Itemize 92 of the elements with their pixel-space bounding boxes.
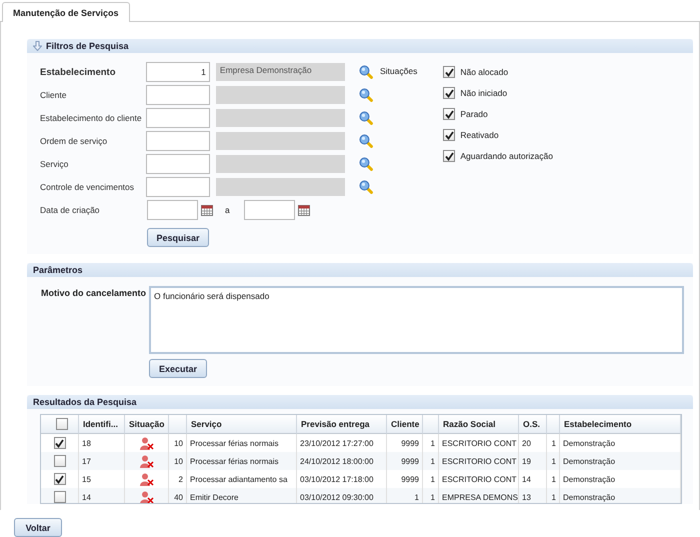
column-header[interactable]: Serviço	[187, 415, 297, 434]
panel-title: Filtros de Pesquisa	[46, 41, 129, 51]
field-label: Data de criação	[40, 205, 101, 215]
table-cell: 1	[547, 452, 560, 470]
code-field[interactable]	[146, 154, 210, 174]
situations-label: Situações	[380, 66, 418, 78]
range-separator: a	[225, 205, 230, 215]
select-all-checkbox[interactable]	[56, 418, 68, 430]
field-label: Cliente	[40, 90, 68, 100]
field-label: Estabelecimento do cliente	[40, 113, 143, 123]
field-label: Estabelecimento	[40, 66, 116, 78]
code-field[interactable]	[146, 108, 210, 128]
column-header[interactable]: Situação	[125, 415, 169, 434]
row-checkbox[interactable]	[54, 455, 66, 467]
date-field[interactable]	[244, 200, 295, 220]
table-cell: 1	[547, 488, 560, 503]
search-icon[interactable]	[359, 157, 373, 171]
table-cell: 24/10/2012 18:00:00	[297, 452, 387, 470]
code-field[interactable]	[146, 177, 210, 197]
checkmark-icon	[444, 88, 454, 98]
field-label: Motivo do cancelamento	[41, 287, 148, 300]
reason-field[interactable]: O funcionário será dispensado	[149, 286, 684, 354]
field-label: Ordem de serviço	[40, 136, 108, 146]
checkbox[interactable]	[443, 108, 456, 120]
checkmark-icon	[444, 130, 454, 140]
checkbox-label: Aguardando autorização	[460, 151, 553, 161]
table-cell: 1	[423, 452, 439, 470]
column-header[interactable]: O.S.	[519, 415, 547, 434]
checkbox-label: Reativado	[460, 130, 499, 140]
description-field: Empresa Demonstração	[216, 63, 346, 81]
person-remove-icon	[140, 454, 154, 468]
panel-title: Resultados da Pesquisa	[33, 397, 137, 407]
column-header[interactable]: Identifi...	[79, 415, 125, 434]
table-cell: EMPRESA DEMONS	[439, 488, 519, 503]
table-cell: Demonstração	[560, 452, 681, 470]
search-icon[interactable]	[359, 88, 373, 102]
checkbox[interactable]	[443, 66, 456, 78]
table-cell: 1	[423, 488, 439, 503]
row-checkbox[interactable]	[54, 491, 66, 503]
table-cell: 1	[387, 488, 423, 503]
column-header[interactable]: Razão Social	[439, 415, 519, 434]
table-cell: 03/10/2012 17:18:00	[297, 470, 387, 488]
field-label: Serviço	[40, 159, 70, 169]
table-cell: 10	[169, 452, 187, 470]
table-cell: 23/10/2012 17:27:00	[297, 434, 387, 452]
calendar-icon[interactable]	[298, 204, 310, 216]
checkmark-icon	[444, 152, 454, 160]
code-field[interactable]	[146, 85, 210, 105]
execute-button[interactable]: Executar	[149, 359, 207, 378]
checkmark-icon	[55, 438, 64, 448]
table-cell: 14	[79, 488, 125, 503]
checkmark-icon	[444, 110, 454, 118]
checkbox[interactable]	[443, 87, 456, 99]
table-cell: 40	[169, 488, 187, 503]
table-cell: ESCRITORIO CONT	[439, 452, 519, 470]
calendar-icon[interactable]	[201, 204, 213, 216]
checkbox-label: Não alocado	[460, 67, 508, 77]
checkbox-label: Não iniciado	[460, 88, 508, 98]
search-icon[interactable]	[359, 180, 373, 194]
checkbox[interactable]	[443, 150, 456, 162]
column-header[interactable]: Previsão entrega	[297, 415, 387, 434]
date-field[interactable]	[147, 200, 198, 220]
code-field[interactable]: 1	[146, 62, 210, 82]
table-cell: Processar férias normais	[187, 452, 297, 470]
code-field[interactable]	[146, 131, 210, 151]
checkbox-label: Parado	[460, 109, 488, 119]
row-checkbox[interactable]	[54, 473, 66, 485]
panel-title: Parâmetros	[33, 265, 83, 275]
search-icon[interactable]	[359, 65, 373, 79]
table-cell: 20	[519, 434, 547, 452]
search-icon[interactable]	[359, 111, 373, 125]
column-header[interactable]: Estabelecimento	[560, 415, 681, 434]
person-remove-icon	[140, 490, 154, 503]
person-remove-icon	[140, 472, 154, 486]
checkbox[interactable]	[443, 129, 456, 141]
table-cell: 19	[519, 452, 547, 470]
checkmark-icon	[444, 68, 454, 76]
tab[interactable]: Manutenção de Serviços	[2, 2, 130, 22]
search-button[interactable]: Pesquisar	[147, 228, 209, 247]
checkmark-icon	[55, 474, 64, 484]
table-cell: Emitir Decore	[187, 488, 297, 503]
table-cell: 9999	[387, 452, 423, 470]
column-header[interactable]: Cliente	[387, 415, 423, 434]
back-button[interactable]: Voltar	[14, 518, 62, 537]
row-checkbox[interactable]	[54, 437, 66, 449]
table-cell: Demonstração	[560, 488, 681, 503]
table-cell: 17	[79, 452, 125, 470]
field-label: Controle de vencimentos	[40, 182, 136, 192]
person-remove-icon	[140, 436, 154, 450]
search-icon[interactable]	[359, 134, 373, 148]
table-cell: 03/10/2012 09:30:00	[297, 488, 387, 503]
table-cell: 13	[519, 488, 547, 503]
